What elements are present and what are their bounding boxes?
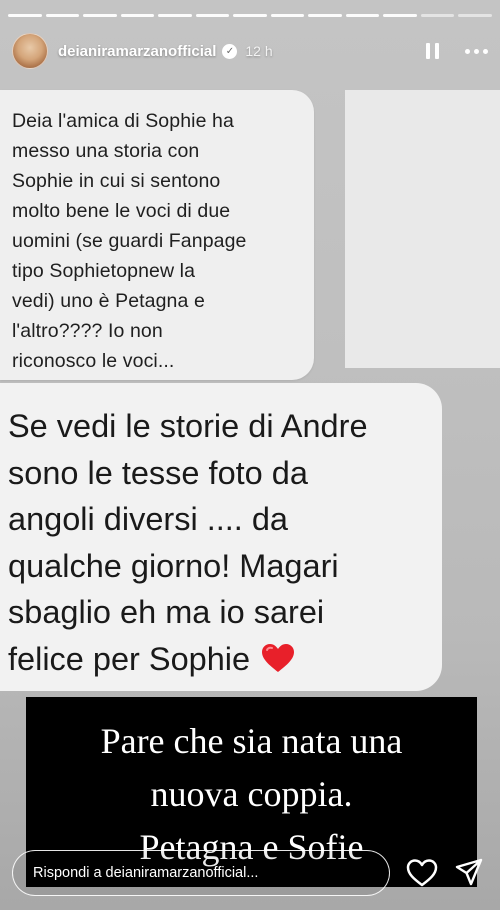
progress-segment [45, 14, 80, 17]
message-line: angoli diversi .... da [8, 501, 289, 537]
username[interactable]: deianiramarzanofficial [58, 43, 216, 60]
progress-segment [195, 14, 230, 17]
progress-segment [458, 14, 492, 17]
message-line: messo una storia con [12, 140, 200, 162]
progress-segment [308, 14, 342, 17]
progress-segment [83, 14, 117, 17]
caption-line: Pare che sia nata una [100, 721, 403, 761]
message-line: felice per Sophie [8, 640, 251, 677]
progress-segment [270, 14, 305, 17]
story-header: deianiramarzanofficial ✓ 12 h [12, 32, 488, 70]
message-line: Sophie in cui si sentono [12, 170, 221, 192]
message-line: riconosco le voci... [12, 350, 175, 372]
progress-segment [383, 14, 417, 17]
message-line: qualche giorno! Magari [8, 547, 339, 584]
message-bubble-1: Deia l'amica di Sophie ha messo una stor… [0, 90, 314, 380]
verified-badge-icon: ✓ [222, 43, 238, 59]
background-panel [345, 90, 500, 368]
send-icon[interactable] [454, 857, 484, 887]
red-heart-icon [262, 643, 295, 672]
progress-segment [345, 14, 380, 17]
progress-segment [8, 14, 42, 17]
progress-segment [420, 14, 455, 17]
reply-bar[interactable] [12, 850, 390, 896]
more-options-icon[interactable] [465, 48, 488, 54]
message-line: uomini (se guardi Fanpage [12, 230, 247, 252]
reply-input[interactable] [33, 865, 389, 881]
post-time: 12 h [245, 43, 273, 59]
progress-segment [120, 14, 155, 17]
message-line: Se vedi le storie di Andre [8, 408, 368, 444]
heart-icon[interactable] [406, 858, 438, 888]
story-progress-bar [8, 14, 492, 17]
caption-line: nuova coppia. [150, 774, 353, 814]
progress-segment [158, 14, 192, 17]
progress-segment [233, 14, 267, 17]
message-line: tipo Sophietopnew la [12, 260, 196, 282]
message-line: molto bene le voci di due [12, 200, 231, 222]
message-line: vedi) uno è Petagna e [12, 290, 205, 312]
message-line: sbaglio eh ma io sarei [8, 594, 325, 630]
message-line: Deia l'amica di Sophie ha [12, 110, 234, 132]
story-viewer: deianiramarzanofficial ✓ 12 h Deia l'ami… [0, 0, 500, 910]
message-line-last: felice per Sophie [8, 636, 430, 683]
pause-icon[interactable] [421, 40, 443, 62]
message-bubble-2: Se vedi le storie di Andre sono le tesse… [0, 383, 442, 691]
message-line: l'altro???? Io non [12, 320, 163, 342]
message-line: sono le tesse foto da [8, 454, 308, 491]
profile-avatar[interactable] [12, 33, 48, 69]
